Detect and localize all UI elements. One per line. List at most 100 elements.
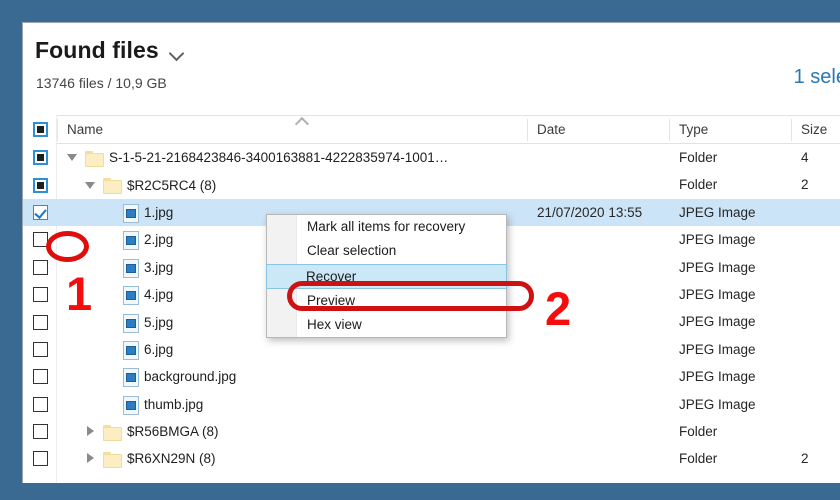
cell-size bbox=[801, 226, 840, 253]
cell-date bbox=[537, 171, 667, 198]
cell-size: 2 bbox=[801, 451, 809, 467]
cell-size bbox=[801, 254, 840, 281]
cell-size bbox=[801, 199, 840, 226]
cell-name: thumb.jpg bbox=[105, 391, 521, 418]
annotation-circle-checkbox bbox=[46, 231, 89, 262]
jpeg-file-icon bbox=[123, 395, 139, 415]
row-checkbox[interactable] bbox=[23, 171, 57, 198]
row-checkbox[interactable] bbox=[23, 308, 57, 335]
selection-count-label: 1 sele bbox=[793, 66, 840, 88]
cell-name: $R56BMGA (8) bbox=[85, 418, 521, 445]
row-checkbox[interactable] bbox=[23, 281, 57, 308]
folder-icon bbox=[103, 451, 122, 468]
cell-type: Folder bbox=[679, 423, 718, 439]
menu-item-hex-view[interactable]: Hex view bbox=[267, 313, 506, 337]
cell-type: JPEG Image bbox=[679, 204, 756, 220]
checkbox-checked-icon bbox=[32, 204, 48, 220]
cell-date bbox=[537, 336, 667, 363]
file-name-label: background.jpg bbox=[144, 369, 237, 385]
file-name-label: $R56BMGA (8) bbox=[127, 424, 219, 440]
triangle-collapsed-icon[interactable] bbox=[85, 426, 96, 437]
checkbox-unchecked-icon bbox=[32, 259, 48, 275]
context-menu: Mark all items for recovery Clear selecti… bbox=[266, 214, 507, 338]
column-header-name[interactable]: Name bbox=[57, 116, 527, 144]
column-header-size[interactable]: Size bbox=[791, 116, 840, 144]
row-checkbox[interactable] bbox=[23, 336, 57, 363]
table-row[interactable]: background.jpg JPEG Image bbox=[23, 363, 840, 390]
table-row[interactable]: $R6XN29N (8) Folder 2 bbox=[23, 445, 840, 472]
cell-name: $R6XN29N (8) bbox=[85, 445, 521, 472]
title-row[interactable]: Found files bbox=[35, 37, 185, 64]
table-row[interactable]: 6.jpg JPEG Image bbox=[23, 336, 840, 363]
table-row[interactable]: thumb.jpg JPEG Image bbox=[23, 391, 840, 418]
jpeg-file-icon bbox=[123, 231, 139, 251]
cell-date bbox=[537, 254, 667, 281]
row-checkbox[interactable] bbox=[23, 144, 57, 171]
folder-icon bbox=[103, 424, 122, 441]
jpeg-file-icon bbox=[123, 313, 139, 333]
chevron-down-icon[interactable] bbox=[170, 48, 185, 57]
column-divider bbox=[669, 119, 670, 141]
cell-name: background.jpg bbox=[105, 363, 521, 390]
checkbox-unchecked-icon bbox=[32, 369, 48, 385]
checkbox-unchecked-icon bbox=[32, 341, 48, 357]
cell-date bbox=[537, 144, 667, 171]
cell-size: 2 bbox=[801, 177, 809, 193]
cell-type: JPEG Image bbox=[679, 341, 756, 357]
found-files-window: Found files 13746 files / 10,9 GB 1 sele… bbox=[22, 22, 840, 483]
column-divider bbox=[791, 119, 792, 141]
annotation-step-1: 1 bbox=[66, 267, 93, 320]
column-divider bbox=[527, 119, 528, 141]
file-name-label: $R2C5RC4 (8) bbox=[127, 177, 217, 193]
triangle-expanded-icon[interactable] bbox=[85, 180, 96, 191]
checkbox-unchecked-icon bbox=[32, 396, 48, 412]
checkbox-indeterminate-icon bbox=[32, 122, 48, 137]
jpeg-file-icon bbox=[123, 286, 139, 306]
menu-item-clear-selection[interactable]: Clear selection bbox=[267, 239, 506, 263]
cell-date bbox=[537, 445, 667, 472]
checkbox-indeterminate-icon bbox=[32, 150, 48, 166]
cell-date bbox=[537, 226, 667, 253]
checkbox-unchecked-icon bbox=[32, 314, 48, 330]
row-checkbox[interactable] bbox=[23, 445, 57, 472]
menu-item-mark-all-items-for-recovery[interactable]: Mark all items for recovery bbox=[267, 215, 506, 239]
page-title: Found files bbox=[35, 37, 159, 63]
cell-type: Folder bbox=[679, 177, 718, 193]
cell-name: 6.jpg bbox=[105, 336, 521, 363]
cell-size bbox=[801, 308, 840, 335]
cell-name: S-1-5-21-2168423846-3400163881-422283597… bbox=[67, 144, 521, 171]
cell-size bbox=[801, 391, 840, 418]
sort-ascending-icon bbox=[295, 116, 309, 124]
row-checkbox[interactable] bbox=[23, 199, 57, 226]
cell-size: 4 bbox=[801, 150, 809, 165]
table-row[interactable]: $R2C5RC4 (8) Folder 2 bbox=[23, 171, 840, 198]
cell-type: JPEG Image bbox=[679, 314, 756, 330]
file-name-label: 2.jpg bbox=[144, 232, 174, 248]
cell-type: JPEG Image bbox=[679, 286, 756, 302]
triangle-expanded-icon[interactable] bbox=[67, 152, 78, 163]
table-row[interactable]: $R56BMGA (8) Folder bbox=[23, 418, 840, 445]
cell-type: Folder bbox=[679, 451, 718, 467]
row-checkbox[interactable] bbox=[23, 391, 57, 418]
file-name-label: 6.jpg bbox=[144, 341, 174, 357]
cell-size bbox=[801, 281, 840, 308]
annotation-oval-recover bbox=[287, 281, 534, 311]
jpeg-file-icon bbox=[123, 258, 139, 278]
folder-icon bbox=[103, 178, 122, 195]
row-checkbox[interactable] bbox=[23, 363, 57, 390]
checkbox-unchecked-icon bbox=[32, 451, 48, 467]
cell-type: JPEG Image bbox=[679, 259, 756, 275]
select-all-checkbox[interactable] bbox=[23, 115, 57, 144]
checkbox-unchecked-icon bbox=[32, 287, 48, 303]
checkbox-indeterminate-icon bbox=[32, 177, 48, 193]
column-header-date[interactable]: Date bbox=[527, 116, 669, 144]
triangle-collapsed-icon[interactable] bbox=[85, 453, 96, 464]
row-checkbox[interactable] bbox=[23, 418, 57, 445]
window-header: Found files 13746 files / 10,9 GB 1 sele bbox=[23, 23, 840, 107]
column-header-type[interactable]: Type bbox=[669, 116, 791, 144]
table-row[interactable]: S-1-5-21-2168423846-3400163881-422283597… bbox=[23, 144, 840, 171]
